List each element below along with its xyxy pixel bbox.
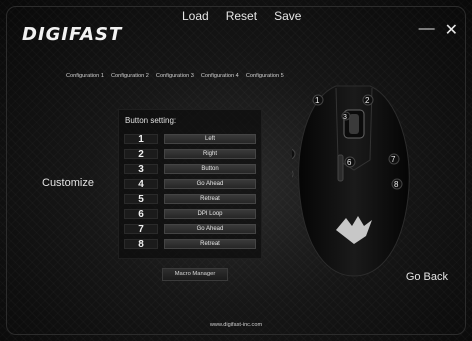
button-action-select[interactable]: Go Ahead (164, 179, 256, 189)
button-row-7: 7 Go Ahead (124, 224, 256, 235)
app-logo: DIGIFAST (22, 24, 123, 45)
callout-1: 1 (315, 96, 320, 105)
tab-configuration-2[interactable]: Configuration 2 (111, 73, 149, 79)
tab-configuration-4[interactable]: Configuration 4 (201, 73, 239, 79)
callout-6: 6 (347, 158, 352, 167)
button-action-select[interactable]: Right (164, 149, 256, 159)
save-button[interactable]: Save (274, 9, 301, 23)
minimize-icon[interactable]: — (419, 20, 435, 40)
button-action-select[interactable]: Button (164, 164, 256, 174)
macro-manager-button[interactable]: Macro Manager (162, 268, 228, 281)
button-action-select[interactable]: Retreat (164, 194, 256, 204)
callout-5-marker (292, 170, 294, 178)
button-action-select[interactable]: Go Ahead (164, 224, 256, 234)
button-row-2: 2 Right (124, 149, 256, 160)
button-number: 5 (124, 194, 158, 205)
scroll-wheel-center (349, 114, 359, 134)
button-row-4: 4 Go Ahead (124, 179, 256, 190)
window-controls: — ✕ (419, 20, 458, 40)
button-number: 3 (124, 164, 158, 175)
button-number: 1 (124, 134, 158, 145)
button-row-6: 6 DPI Loop (124, 209, 256, 220)
button-row-5: 5 Retreat (124, 194, 256, 205)
load-button[interactable]: Load (182, 9, 209, 23)
mouse-illustration: 1 2 3 4 5 6 7 8 (292, 85, 410, 277)
button-row-3: 3 Button (124, 164, 256, 175)
button-number: 6 (124, 209, 158, 220)
tab-configuration-3[interactable]: Configuration 3 (156, 73, 194, 79)
callout-2: 2 (365, 96, 370, 105)
button-setting-panel: Button setting: 1 Left 2 Right 3 Button … (118, 109, 262, 259)
callout-7: 7 (391, 155, 396, 164)
tab-configuration-5[interactable]: Configuration 5 (246, 73, 284, 79)
reset-button[interactable]: Reset (226, 9, 257, 23)
close-icon[interactable]: ✕ (445, 20, 458, 40)
button-row-1: 1 Left (124, 134, 256, 145)
button-number: 4 (124, 179, 158, 190)
button-number: 2 (124, 149, 158, 160)
tab-configuration-1[interactable]: Configuration 1 (66, 73, 104, 79)
configuration-tabs: Configuration 1 Configuration 2 Configur… (66, 73, 284, 79)
top-menu: Load Reset Save (182, 9, 301, 23)
callout-3: 3 (343, 114, 347, 121)
button-number: 8 (124, 239, 158, 250)
button-action-select[interactable]: Left (164, 134, 256, 144)
button-action-select[interactable]: DPI Loop (164, 209, 256, 219)
footer-url: www.digifast-inc.com (209, 322, 263, 328)
side-buttons[interactable] (337, 154, 344, 182)
button-action-select[interactable]: Retreat (164, 239, 256, 249)
callout-8: 8 (394, 180, 399, 189)
callout-4-marker (292, 148, 296, 160)
button-number: 7 (124, 224, 158, 235)
panel-title: Button setting: (125, 116, 177, 125)
button-row-8: 8 Retreat (124, 239, 256, 250)
customize-button[interactable]: Customize (42, 177, 94, 189)
